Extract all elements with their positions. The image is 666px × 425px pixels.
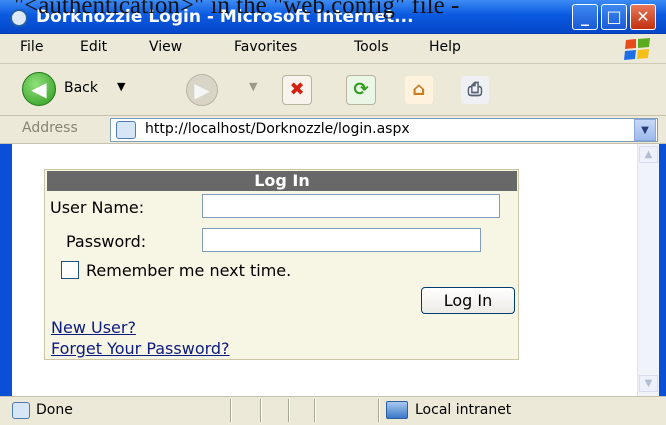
scroll-down-icon[interactable]: ▼ (639, 375, 658, 392)
new-user-link[interactable]: New User? (51, 318, 136, 337)
remember-me-label[interactable]: Remember me next time. (86, 261, 291, 280)
login-button[interactable]: Log In (421, 287, 515, 314)
menu-file[interactable]: File (20, 39, 43, 55)
login-title: Log In (47, 171, 517, 191)
password-label: Password: (66, 232, 147, 251)
username-label: User Name: (50, 198, 145, 217)
status-divider (314, 399, 316, 422)
home-icon[interactable]: ⌂ (404, 75, 434, 105)
forward-icon[interactable]: ▶ (186, 74, 218, 106)
address-dropdown-icon[interactable]: ▼ (634, 119, 656, 141)
menu-favorites[interactable]: Favorites (234, 39, 297, 55)
back-dropdown-icon[interactable]: ▼ (117, 80, 125, 93)
standard-toolbar (0, 64, 666, 116)
scroll-up-icon[interactable]: ▲ (639, 146, 658, 163)
close-button[interactable]: ✕ (630, 4, 656, 30)
status-divider (288, 399, 290, 422)
intranet-zone-icon (386, 401, 408, 419)
status-divider (230, 399, 232, 422)
password-input[interactable] (202, 228, 481, 252)
maximize-button[interactable]: □ (601, 4, 627, 30)
remember-me-checkbox[interactable] (61, 261, 79, 279)
overlay-caption: "<authentication>" in the "web.config" f… (14, 0, 460, 19)
status-bar (0, 396, 666, 425)
username-input[interactable] (202, 194, 500, 218)
status-text: Done (36, 402, 73, 418)
address-url[interactable]: http://localhost/Dorknozzle/login.aspx (145, 121, 410, 137)
status-divider (378, 399, 380, 422)
menu-help[interactable]: Help (429, 39, 461, 55)
forward-dropdown-icon[interactable]: ▼ (249, 80, 257, 93)
window-frame-left (0, 144, 12, 396)
print-icon[interactable]: ⎙ (460, 75, 490, 105)
security-zone-text: Local intranet (415, 402, 512, 418)
refresh-icon[interactable]: ⟳ (346, 75, 376, 105)
menu-tools[interactable]: Tools (354, 39, 389, 55)
back-button-label[interactable]: Back (64, 80, 98, 96)
address-label: Address (22, 120, 78, 136)
forgot-password-link[interactable]: Forget Your Password? (51, 339, 230, 358)
minimize-button[interactable]: _ (572, 4, 598, 30)
page-done-icon (12, 402, 30, 419)
stop-icon[interactable]: ✖ (282, 75, 312, 105)
status-divider (260, 399, 262, 422)
page-icon (116, 121, 136, 139)
back-icon[interactable]: ◀ (22, 72, 56, 106)
window-frame-right (659, 144, 666, 396)
windows-logo-icon (616, 36, 660, 62)
menu-view[interactable]: View (149, 39, 182, 55)
menu-edit[interactable]: Edit (80, 39, 107, 55)
vertical-scrollbar[interactable] (637, 144, 659, 396)
